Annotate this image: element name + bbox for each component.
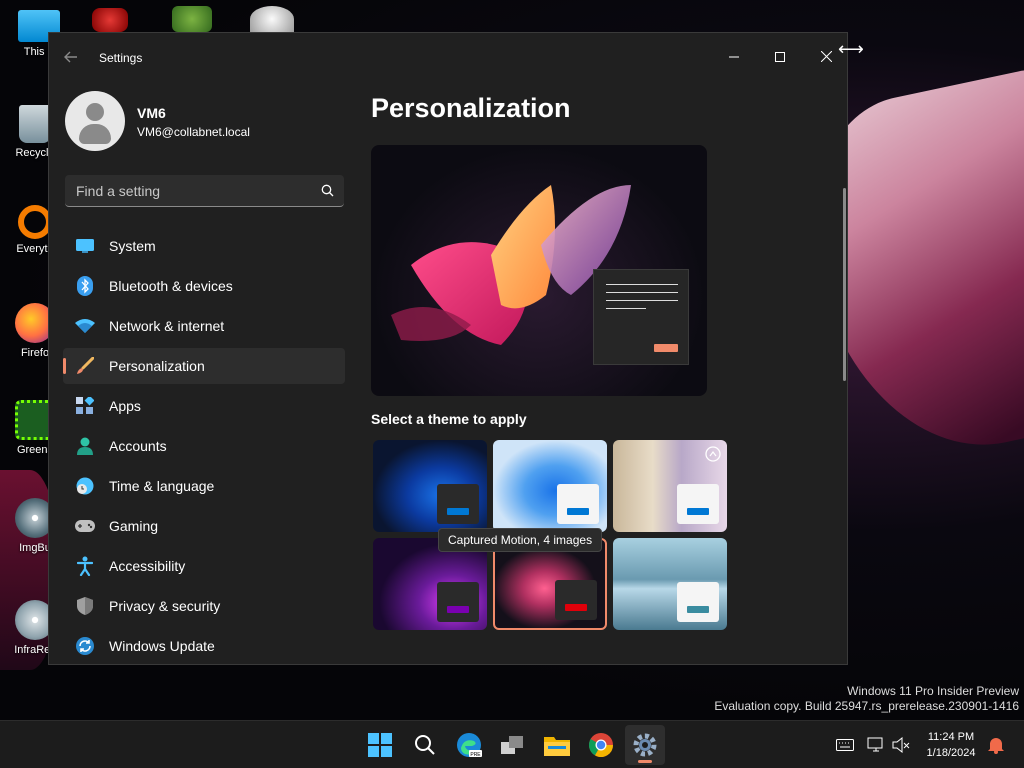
keyboard-icon[interactable] — [835, 735, 855, 755]
clock-time: 11:24 PM — [927, 731, 975, 743]
user-email: VM6@collabnet.local — [137, 125, 250, 139]
task-view-icon — [501, 736, 523, 754]
taskbar-edge-button[interactable]: PRE — [449, 725, 489, 765]
chrome-icon — [589, 733, 613, 757]
minimize-icon — [729, 56, 739, 58]
theme-spotlight[interactable] — [613, 440, 727, 532]
back-button[interactable] — [63, 49, 83, 67]
scrollbar[interactable] — [843, 188, 846, 381]
windows-start-icon — [368, 733, 392, 757]
bluetooth-icon — [75, 276, 95, 296]
search-icon — [415, 735, 435, 755]
nav-item-system[interactable]: System — [63, 228, 345, 264]
avatar — [65, 91, 125, 151]
search-app-icon — [18, 205, 52, 239]
brush-icon — [75, 356, 95, 376]
title-bar[interactable]: Settings — [49, 33, 847, 83]
minimize-button[interactable] — [711, 41, 757, 73]
apps-icon — [75, 396, 95, 416]
theme-windows-light[interactable] — [493, 440, 607, 532]
taskbar-file-explorer-button[interactable] — [537, 725, 577, 765]
spotlight-icon — [705, 446, 721, 462]
nav-list: System Bluetooth & devices Network & int… — [63, 228, 345, 664]
desktop-icon-app[interactable] — [172, 6, 212, 32]
arrow-left-icon — [64, 51, 77, 63]
preview-window-mock — [593, 269, 689, 365]
recycle-bin-icon — [19, 105, 51, 143]
taskbar-settings-button[interactable] — [625, 725, 665, 765]
close-icon — [820, 50, 832, 63]
content-pane: Personalization Select a theme to apply — [371, 83, 841, 664]
theme-windows-dark[interactable] — [373, 440, 487, 532]
nav-item-time-language[interactable]: Time & language — [63, 468, 345, 504]
theme-flow[interactable] — [613, 538, 727, 630]
nav-item-accessibility[interactable]: Accessibility — [63, 548, 345, 584]
nav-item-apps[interactable]: Apps — [63, 388, 345, 424]
taskbar-search-button[interactable] — [405, 725, 445, 765]
desktop-icon-app[interactable] — [92, 8, 128, 32]
maximize-button[interactable] — [757, 41, 803, 73]
nav-item-accounts[interactable]: Accounts — [63, 428, 345, 464]
nav-item-windows-update[interactable]: Windows Update — [63, 628, 345, 664]
desktop-icon-app[interactable] — [250, 6, 294, 32]
theme-preview — [371, 145, 707, 396]
search-box[interactable] — [65, 175, 344, 207]
nav-item-personalization[interactable]: Personalization — [63, 348, 345, 384]
gamepad-icon — [75, 516, 95, 536]
theme-tooltip: Captured Motion, 4 images — [438, 528, 603, 552]
clock-date: 1/18/2024 — [926, 747, 976, 759]
volume-muted-icon[interactable] — [891, 735, 911, 755]
nav-item-network[interactable]: Network & internet — [63, 308, 345, 344]
system-clock[interactable]: 11:24 PM 1/18/2024 — [916, 729, 986, 761]
nav-item-privacy[interactable]: Privacy & security — [63, 588, 345, 624]
svg-text:PRE: PRE — [470, 752, 481, 758]
themes-section-label: Select a theme to apply — [371, 411, 527, 427]
window-title: Settings — [99, 51, 143, 65]
person-icon — [75, 436, 95, 456]
taskbar: PRE 11:24 PM 1/18/2024 — [0, 720, 1024, 768]
resize-cursor-icon: ⟷ — [838, 39, 864, 59]
globe-clock-icon — [75, 476, 95, 496]
os-watermark: Windows 11 Pro Insider Preview Evaluatio… — [714, 684, 1019, 713]
network-icon[interactable] — [866, 735, 886, 755]
notification-bell-icon[interactable] — [986, 735, 1006, 755]
update-icon — [75, 636, 95, 656]
settings-window: Settings VM6 VM6@collabnet.local System … — [48, 32, 848, 665]
monitor-icon — [75, 236, 95, 256]
shield-icon — [75, 596, 95, 616]
settings-icon — [633, 733, 657, 757]
start-button[interactable] — [360, 725, 400, 765]
taskbar-chrome-button[interactable] — [581, 725, 621, 765]
page-title: Personalization — [371, 93, 571, 123]
nav-item-gaming[interactable]: Gaming — [63, 508, 345, 544]
edge-icon: PRE — [457, 733, 482, 758]
wifi-icon — [75, 316, 95, 336]
user-name: VM6 — [137, 105, 166, 121]
accessibility-icon — [75, 556, 95, 576]
nav-item-bluetooth[interactable]: Bluetooth & devices — [63, 268, 345, 304]
search-input[interactable] — [65, 175, 305, 206]
search-icon[interactable] — [321, 184, 334, 197]
file-explorer-icon — [544, 737, 570, 756]
maximize-icon — [775, 52, 785, 62]
taskbar-task-view-button[interactable] — [493, 725, 533, 765]
